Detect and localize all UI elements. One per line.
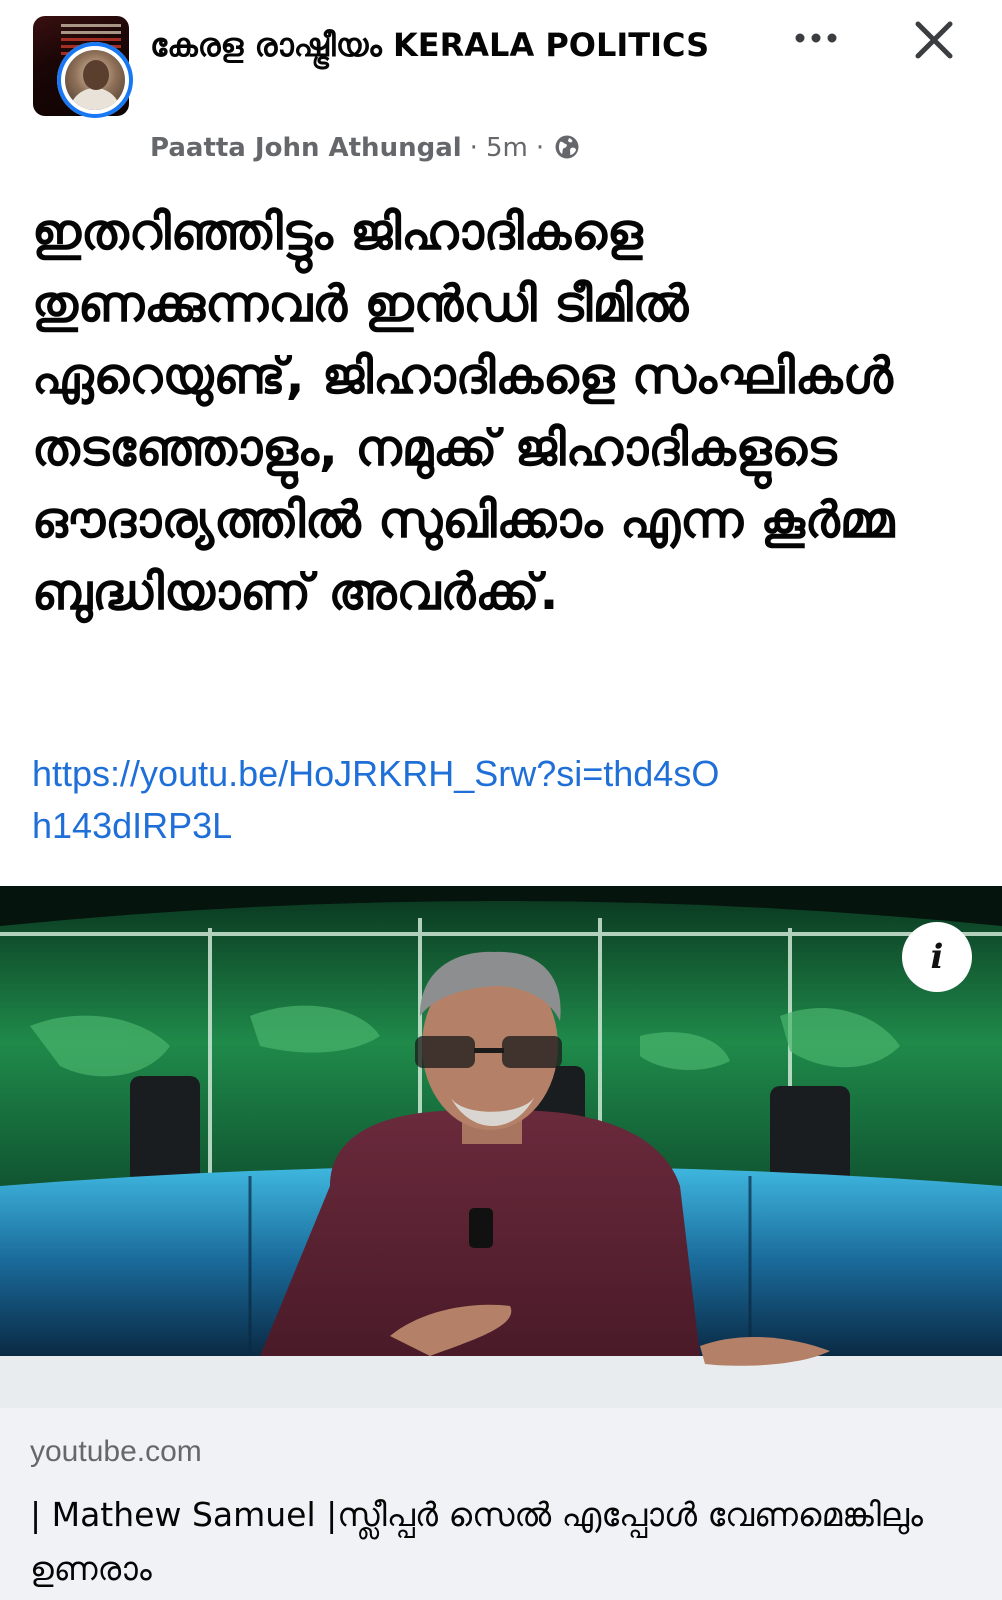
- globe-icon: [555, 135, 579, 159]
- ellipsis-icon: [795, 33, 837, 43]
- author-avatar[interactable]: [57, 42, 133, 118]
- close-button[interactable]: [906, 12, 962, 68]
- post-meta: Paatta John Athungal · 5m ·: [150, 130, 580, 166]
- link-preview-footer[interactable]: youtube.com | Mathew Samuel |സ്ലീപ്പർ സെ…: [0, 1408, 1002, 1600]
- post-text: ഇതറിഞ്ഞിട്ടും ജിഹാദികളെ തുണക്കുന്നവർ ഇൻഡ…: [32, 203, 895, 621]
- video-thumbnail[interactable]: i: [0, 886, 1002, 1408]
- close-icon: [915, 21, 953, 59]
- meta-separator: ·: [535, 133, 545, 163]
- author-name[interactable]: Paatta John Athungal: [150, 133, 462, 163]
- link-domain: youtube.com: [30, 1435, 202, 1468]
- more-options-button[interactable]: [788, 18, 844, 58]
- group-name[interactable]: കേരള രാഷ്ട്രീയം KERALA POLITICS: [150, 24, 760, 66]
- meta-separator: ·: [469, 133, 478, 163]
- author-avatar-photo: [65, 50, 125, 110]
- post-time[interactable]: 5m: [486, 133, 528, 163]
- info-button[interactable]: i: [902, 922, 972, 992]
- link-title: | Mathew Samuel |സ്ലീപ്പർ സെൽ എപ്പോൾ വേണ…: [30, 1495, 923, 1588]
- post-link[interactable]: https://youtu.be/HoJRKRH_Srw?si=thd4sOh1…: [32, 748, 732, 852]
- post-header: കേരള രാഷ്ട്രീയം KERALA POLITICS Paatta J…: [0, 0, 1002, 180]
- news-studio-image: [0, 886, 1002, 1408]
